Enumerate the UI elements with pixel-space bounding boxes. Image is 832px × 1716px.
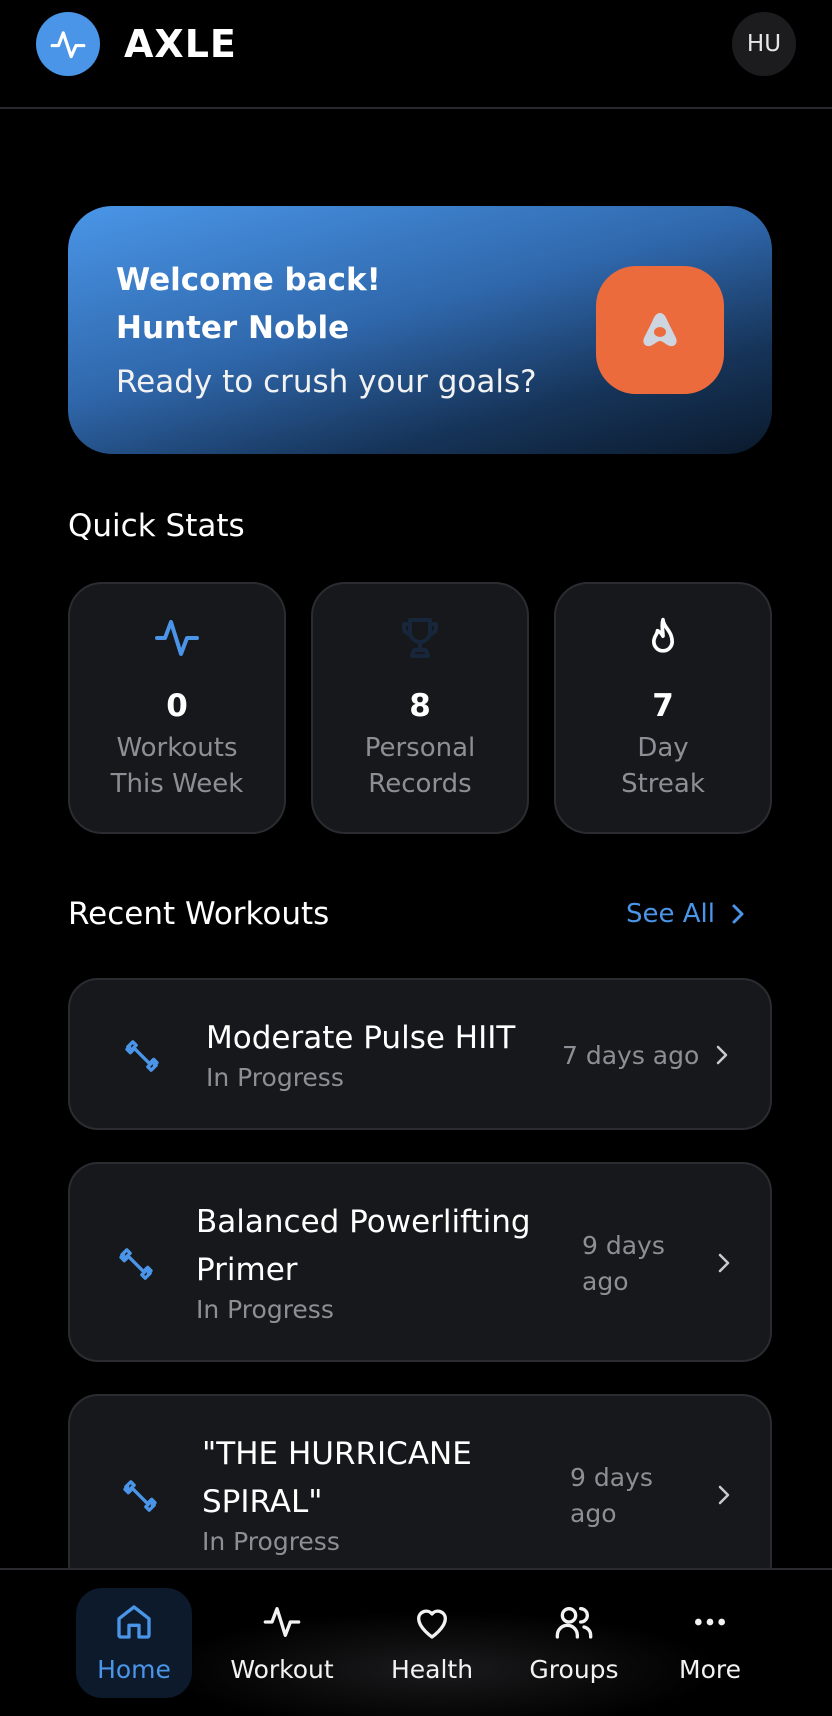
- workout-time: 9 days ago: [570, 1463, 653, 1528]
- more-icon: [695, 1618, 725, 1626]
- dumbbell-icon: [119, 1248, 153, 1280]
- nav-label: Home: [97, 1655, 171, 1684]
- chevron-right-icon: [732, 904, 744, 924]
- nav-item-more[interactable]: More: [660, 1588, 760, 1698]
- activity-icon: [263, 1607, 301, 1637]
- workout-card[interactable]: Moderate Pulse HIIT In Progress 7 days a…: [68, 978, 772, 1130]
- stat-card-streak[interactable]: 7 Day Streak: [554, 582, 772, 834]
- dumbbell-icon: [123, 1480, 157, 1512]
- workout-status: In Progress: [206, 1063, 344, 1092]
- flame-icon: [652, 617, 674, 653]
- stat-value: 8: [409, 688, 431, 724]
- nav-item-groups[interactable]: Groups: [514, 1588, 634, 1698]
- home-icon: [117, 1605, 151, 1639]
- user-name: Hunter Noble: [116, 310, 350, 346]
- stat-card-records[interactable]: 8 Personal Records: [311, 582, 529, 834]
- hero-badge[interactable]: [596, 266, 724, 394]
- users-icon: [555, 1607, 593, 1639]
- stat-value: 0: [166, 688, 188, 724]
- workout-status: In Progress: [202, 1527, 340, 1556]
- heart-icon: [417, 1609, 447, 1639]
- dumbbell-icon: [125, 1040, 159, 1072]
- bottom-nav: Home Workout Health Groups More: [0, 1568, 832, 1716]
- user-avatar-button[interactable]: HU: [732, 12, 796, 76]
- activity-icon: [50, 31, 86, 59]
- workout-time: 9 days ago: [582, 1231, 665, 1296]
- see-all-link[interactable]: See All: [626, 894, 747, 934]
- see-all-label: See All: [626, 899, 715, 929]
- nav-item-workout[interactable]: Workout: [222, 1588, 342, 1698]
- stat-value: 7: [652, 688, 674, 724]
- workout-time: 7 days ago: [562, 1041, 700, 1070]
- trophy-icon: [402, 618, 438, 658]
- nav-label: Health: [390, 1655, 474, 1684]
- welcome-greeting: Welcome back!: [116, 262, 381, 298]
- chevron-right-icon: [718, 1485, 730, 1505]
- app-logo[interactable]: [36, 12, 100, 76]
- brand-mark-icon: [643, 313, 677, 347]
- nav-item-home[interactable]: Home: [76, 1588, 192, 1698]
- chevron-right-icon: [716, 1045, 728, 1065]
- welcome-subtitle: Ready to crush your goals?: [116, 364, 537, 400]
- activity-icon: [155, 620, 199, 656]
- workout-name: Balanced Powerlifting Primer: [196, 1204, 531, 1288]
- stat-card-workouts[interactable]: 0 Workouts This Week: [68, 582, 286, 834]
- workout-card[interactable]: Balanced Powerlifting Primer In Progress…: [68, 1162, 772, 1362]
- quick-stats-title: Quick Stats: [68, 508, 245, 544]
- recent-workouts-title: Recent Workouts: [68, 896, 330, 932]
- nav-item-health[interactable]: Health: [372, 1588, 492, 1698]
- workout-status: In Progress: [196, 1295, 334, 1324]
- workout-card[interactable]: "THE HURRICANE SPIRAL" In Progress 9 day…: [68, 1394, 772, 1594]
- chevron-right-icon: [718, 1253, 730, 1273]
- nav-label: Groups: [529, 1655, 619, 1684]
- nav-label: Workout: [230, 1655, 334, 1684]
- welcome-card: Welcome back! Hunter Noble Ready to crus…: [68, 206, 772, 454]
- app-brand: AXLE: [124, 22, 237, 66]
- stat-label: Day Streak: [621, 733, 705, 799]
- app-header: AXLE HU: [0, 0, 832, 109]
- workout-name: "THE HURRICANE SPIRAL": [202, 1436, 472, 1520]
- stat-label: Workouts This Week: [110, 733, 244, 799]
- stat-label: Personal Records: [364, 733, 476, 799]
- nav-label: More: [679, 1655, 741, 1684]
- workout-name: Moderate Pulse HIIT: [206, 1020, 516, 1056]
